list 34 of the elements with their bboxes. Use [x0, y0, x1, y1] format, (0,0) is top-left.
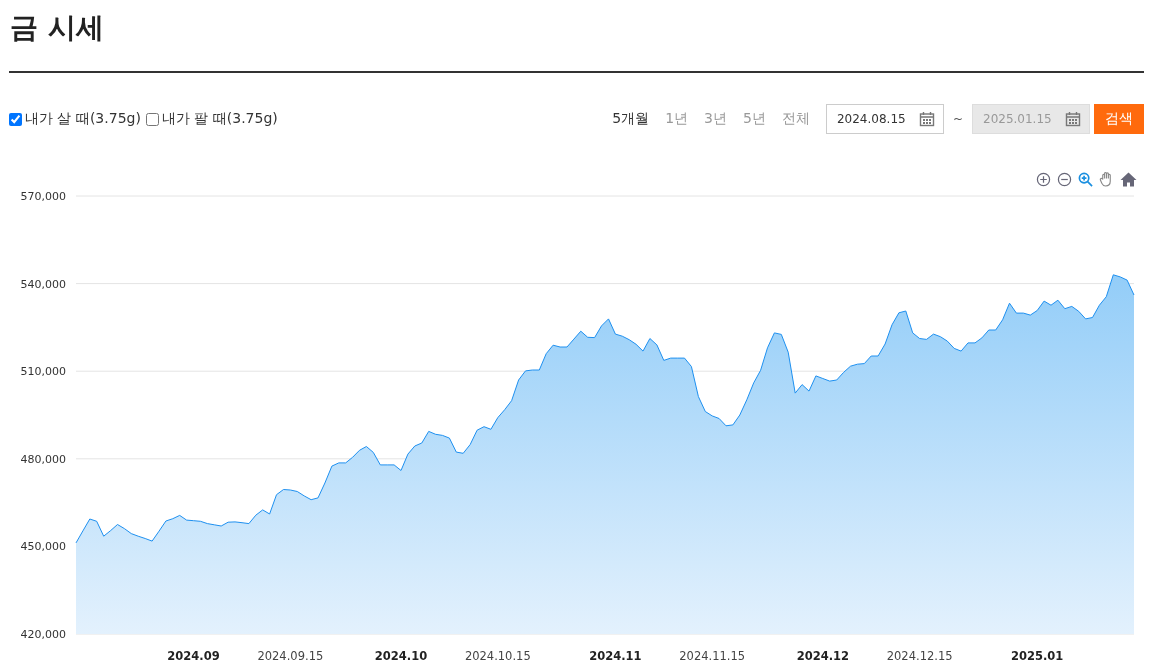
x-axis-label: 2024.10.15: [464, 649, 531, 663]
home-icon[interactable]: [1120, 171, 1137, 187]
x-axis-label: 2024.09.15: [257, 649, 324, 663]
period-tab[interactable]: 5년: [735, 110, 774, 128]
range-separator: ~: [952, 112, 963, 126]
y-axis-label: 570,000: [20, 190, 66, 203]
hand-icon[interactable]: [1099, 171, 1114, 187]
calendar-icon[interactable]: [918, 111, 935, 127]
period-tab[interactable]: 5개월: [604, 110, 658, 128]
period-tab[interactable]: 1년: [657, 110, 697, 128]
y-axis-label: 450,000: [20, 540, 66, 554]
y-axis-label: 480,000: [20, 452, 66, 466]
x-axis-label: 2024.12: [796, 649, 849, 663]
zoom-selection-icon[interactable]: [1078, 171, 1093, 187]
y-axis-label: 540,000: [20, 277, 66, 291]
checkbox-input[interactable]: [145, 112, 159, 126]
period-tab[interactable]: 3년: [696, 110, 735, 128]
x-axis-label: 2025.01: [1011, 649, 1064, 663]
date-value: 2025.01.15: [983, 112, 1052, 126]
zoom-in-icon[interactable]: [1036, 171, 1051, 187]
x-axis-label: 2024.12.15: [886, 649, 953, 663]
checkbox-input[interactable]: [9, 112, 22, 126]
x-axis-label: 2024.11.15: [679, 649, 746, 663]
x-axis-label: 2024.09: [167, 649, 220, 663]
x-axis-label: 2024.10: [374, 649, 428, 663]
date-field[interactable]: 2024.08.15: [825, 104, 944, 134]
date-value: 2024.08.15: [836, 112, 906, 126]
page-title: 금 시세: [9, 10, 105, 46]
x-axis-label: 2024.11: [589, 649, 642, 663]
zoom-out-icon[interactable]: [1057, 171, 1072, 187]
period-tab[interactable]: 전체: [773, 110, 818, 128]
y-axis-label: 420,000: [20, 628, 66, 641]
y-axis-label: 510,000: [20, 365, 66, 379]
search-button[interactable]: 검색: [1094, 104, 1144, 134]
